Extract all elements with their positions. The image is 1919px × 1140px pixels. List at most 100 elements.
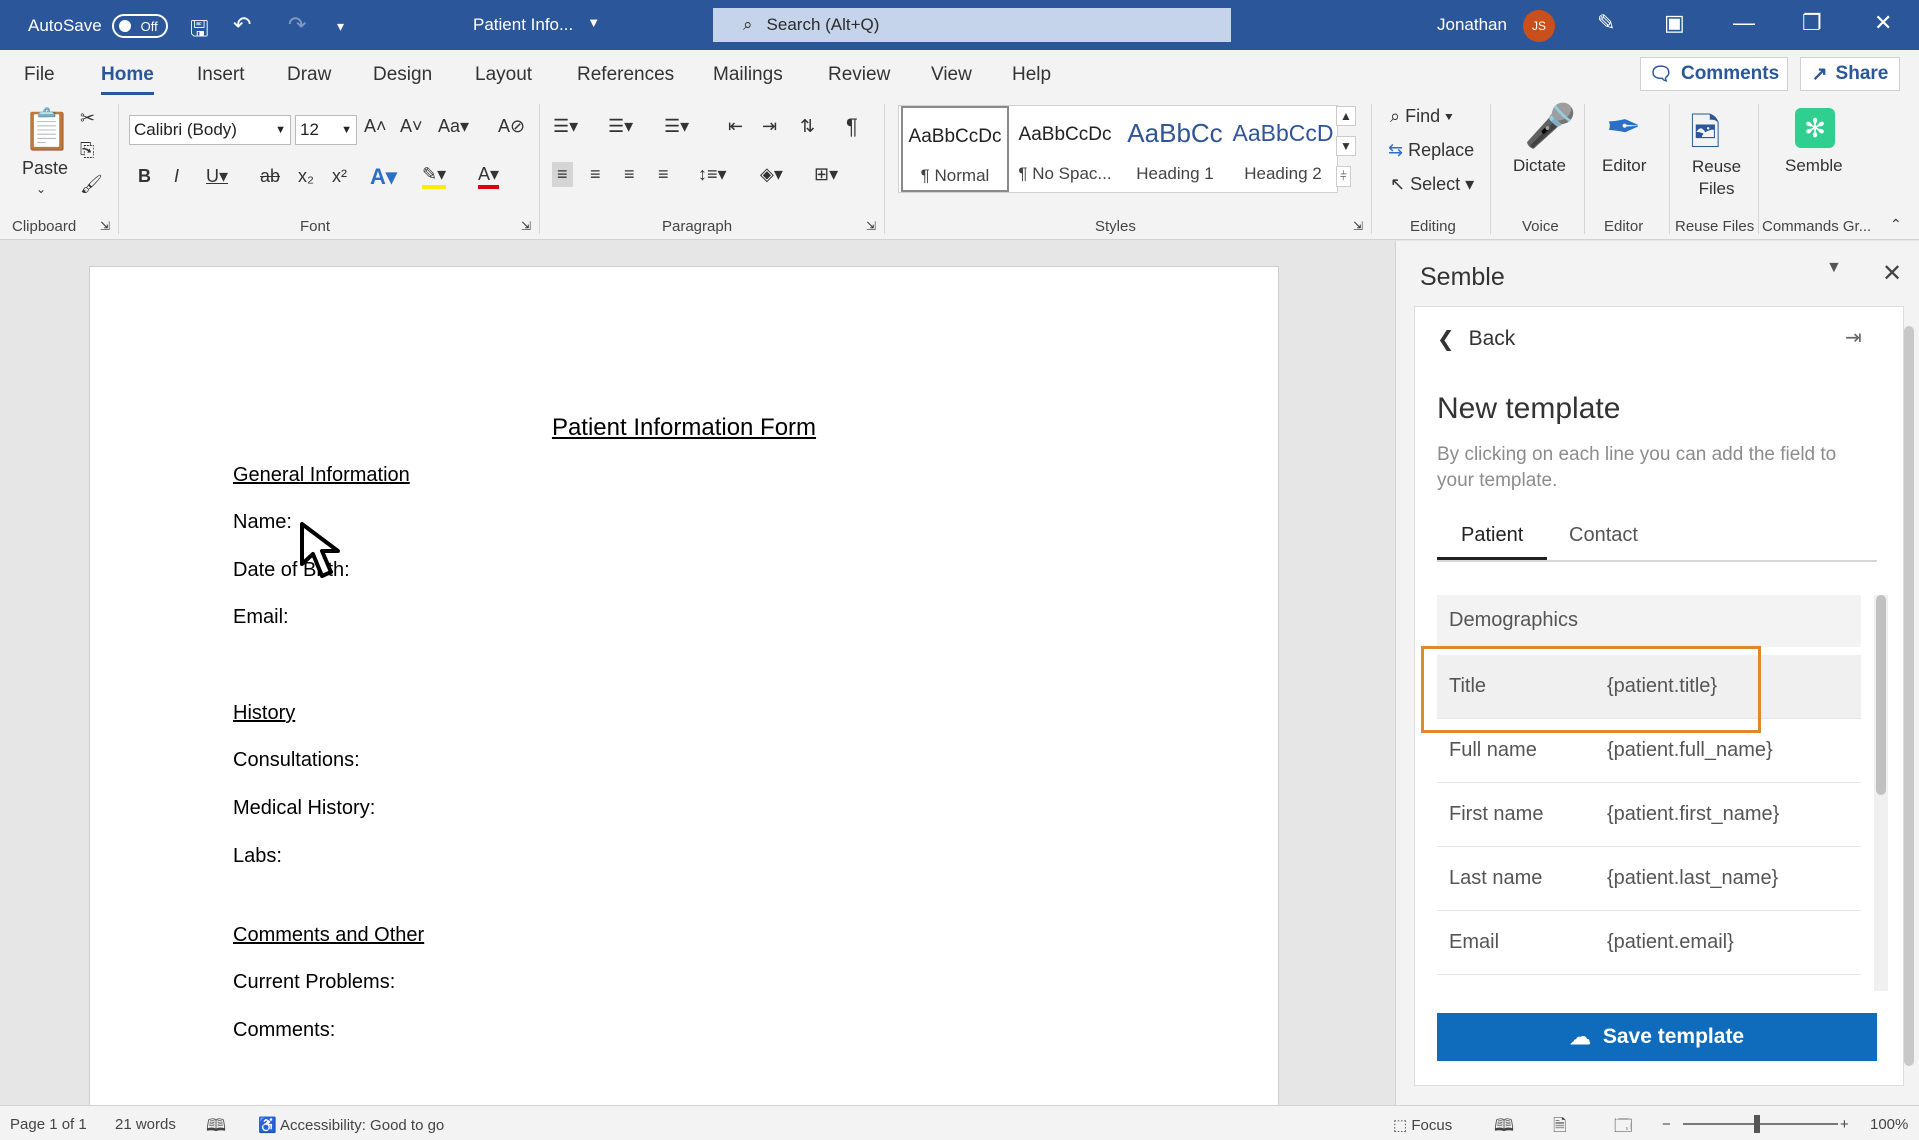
highlight-icon[interactable]: ✎▾ <box>422 164 447 189</box>
style-no-spacing[interactable]: AaBbCcDc ¶ No Spac... <box>1011 106 1119 192</box>
word-count[interactable]: 21 words <box>115 1116 176 1133</box>
copy-icon[interactable]: ⎘ <box>80 140 94 161</box>
share-button[interactable]: ↗ Share <box>1800 57 1900 91</box>
close-icon[interactable]: ✕ <box>1882 259 1902 288</box>
field-row-first-name[interactable]: First name {patient.first_name} <box>1437 783 1861 847</box>
autosave[interactable]: AutoSave Off <box>28 14 168 38</box>
collapse-ribbon-icon[interactable]: ⌃ <box>1890 216 1902 233</box>
dialog-launcher-icon[interactable]: ⇲ <box>521 219 531 233</box>
tab-patient[interactable]: Patient <box>1436 524 1548 560</box>
tab-file[interactable]: File <box>24 64 55 86</box>
autosave-toggle[interactable]: Off <box>111 14 168 38</box>
decrease-indent-icon[interactable]: ⇤ <box>728 116 743 137</box>
document-name[interactable]: Patient Info... ▼ <box>473 15 600 35</box>
zoom-slider-handle[interactable] <box>1754 1115 1760 1133</box>
pilcrow-icon[interactable]: ¶ <box>846 114 858 140</box>
dialog-launcher-icon[interactable]: ⇲ <box>866 219 876 233</box>
zoom-slider[interactable] <box>1683 1123 1838 1125</box>
styles-scroll-up-icon[interactable]: ▲ <box>1336 106 1356 126</box>
font-color-icon[interactable]: A▾ <box>478 164 500 189</box>
align-right-icon[interactable]: ≡ <box>624 164 635 185</box>
borders-icon[interactable]: ⊞▾ <box>814 164 838 185</box>
grow-font-icon[interactable]: A˄ <box>364 116 387 137</box>
style-heading-1[interactable]: AaBbCc Heading 1 <box>1121 106 1229 192</box>
font-family-select[interactable]: Calibri (Body) ▼ <box>129 115 291 145</box>
zoom-out-icon[interactable]: − <box>1662 1116 1671 1133</box>
user-name[interactable]: Jonathan <box>1437 15 1507 35</box>
ribbon-display-icon[interactable]: ▣ <box>1664 10 1685 36</box>
tab-layout[interactable]: Layout <box>475 64 532 86</box>
dictate-label[interactable]: Dictate <box>1513 156 1566 176</box>
coauthor-pen-icon[interactable]: ✎ <box>1597 10 1615 36</box>
increase-indent-icon[interactable]: ⇥ <box>762 116 777 137</box>
pane-options-icon[interactable]: ▼ <box>1826 259 1842 277</box>
replace-button[interactable]: ⇆ Replace <box>1388 140 1474 161</box>
find-button[interactable]: ⌕ Find ▾ <box>1390 106 1453 127</box>
avatar[interactable]: JS <box>1523 10 1555 42</box>
tab-view[interactable]: View <box>931 64 972 86</box>
document-page[interactable]: Patient Information Form General Informa… <box>89 266 1279 1140</box>
web-layout-icon[interactable]: 🗔 <box>1614 1113 1632 1140</box>
numbering-icon[interactable]: ☰▾ <box>608 116 633 137</box>
tab-draw[interactable]: Draw <box>287 64 331 86</box>
undo-icon[interactable]: ↶ <box>233 12 251 38</box>
shrink-font-icon[interactable]: A˅ <box>400 116 423 137</box>
clear-formatting-icon[interactable]: A⊘ <box>498 116 525 137</box>
shading-icon[interactable]: ◈▾ <box>760 164 783 185</box>
restore-icon[interactable]: ❐ <box>1802 10 1822 36</box>
accessibility-status[interactable]: ♿ Accessibility: Good to go <box>258 1116 444 1134</box>
bold-icon[interactable]: B <box>138 166 151 187</box>
tab-help[interactable]: Help <box>1012 64 1051 86</box>
styles-scroll-down-icon[interactable]: ▼ <box>1336 136 1356 156</box>
field-row-last-name[interactable]: Last name {patient.last_name} <box>1437 847 1861 911</box>
field-row-email[interactable]: Email {patient.email} <box>1437 911 1861 975</box>
chevron-down-icon[interactable]: ⌄ <box>36 182 46 196</box>
tab-design[interactable]: Design <box>373 64 432 86</box>
text-effects-icon[interactable]: A▾ <box>370 164 397 190</box>
sign-out-icon[interactable]: ⇥ <box>1845 325 1862 350</box>
cut-icon[interactable]: ✂ <box>80 108 95 129</box>
dialog-launcher-icon[interactable]: ⇲ <box>100 219 110 233</box>
align-left-icon[interactable]: ≡ <box>552 162 573 187</box>
strikethrough-icon[interactable]: ab <box>260 166 280 187</box>
microphone-icon[interactable]: 🎤 <box>1524 102 1576 151</box>
proofing-icon[interactable]: 🕮 <box>206 1113 226 1140</box>
paste-label[interactable]: Paste <box>22 158 68 179</box>
reuse-files-button[interactable]: Reuse Files <box>1692 156 1741 200</box>
save-template-button[interactable]: ☁ Save template <box>1437 1013 1877 1061</box>
editor-label[interactable]: Editor <box>1602 156 1646 176</box>
sort-icon[interactable]: ⇅ <box>800 116 815 137</box>
format-painter-icon[interactable]: 🖌 <box>80 174 103 195</box>
editor-pen-icon[interactable]: ✒ <box>1606 102 1641 151</box>
page-count[interactable]: Page 1 of 1 <box>10 1116 87 1133</box>
styles-more-icon[interactable]: ⫩ <box>1336 166 1351 187</box>
bullets-icon[interactable]: ☰▾ <box>553 116 578 137</box>
zoom-level[interactable]: 100% <box>1870 1116 1908 1133</box>
tab-insert[interactable]: Insert <box>197 64 245 86</box>
select-button[interactable]: ↖ Select ▾ <box>1390 174 1474 195</box>
line-spacing-icon[interactable]: ↕≡▾ <box>698 164 727 185</box>
list-scroll-thumb[interactable] <box>1876 595 1886 795</box>
zoom-in-icon[interactable]: + <box>1840 1116 1849 1133</box>
pane-scroll-thumb[interactable] <box>1904 326 1914 1066</box>
underline-icon[interactable]: U▾ <box>206 166 228 187</box>
justify-icon[interactable]: ≡ <box>658 164 669 185</box>
minimize-icon[interactable]: — <box>1733 10 1755 36</box>
tab-contact[interactable]: Contact <box>1569 524 1638 547</box>
customize-qat-icon[interactable]: ▾ <box>337 18 344 35</box>
tab-home[interactable]: Home <box>101 64 154 95</box>
superscript-icon[interactable]: x² <box>332 166 347 187</box>
dialog-launcher-icon[interactable]: ⇲ <box>1353 219 1363 233</box>
font-size-select[interactable]: 12 ▼ <box>295 115 357 145</box>
style-heading-2[interactable]: AaBbCcD Heading 2 <box>1229 106 1337 192</box>
subscript-icon[interactable]: x₂ <box>298 166 314 187</box>
semble-label[interactable]: Semble <box>1785 156 1843 176</box>
paste-icon[interactable]: 📋 <box>22 106 72 153</box>
change-case-icon[interactable]: Aa▾ <box>438 116 469 137</box>
tab-references[interactable]: References <box>577 64 674 86</box>
tab-mailings[interactable]: Mailings <box>713 64 783 86</box>
focus-button[interactable]: ⬚ Focus <box>1393 1116 1452 1134</box>
save-icon[interactable]: 🖫 <box>190 12 209 50</box>
close-icon[interactable]: ✕ <box>1874 10 1892 36</box>
semble-logo-icon[interactable]: ✻ <box>1795 108 1835 148</box>
